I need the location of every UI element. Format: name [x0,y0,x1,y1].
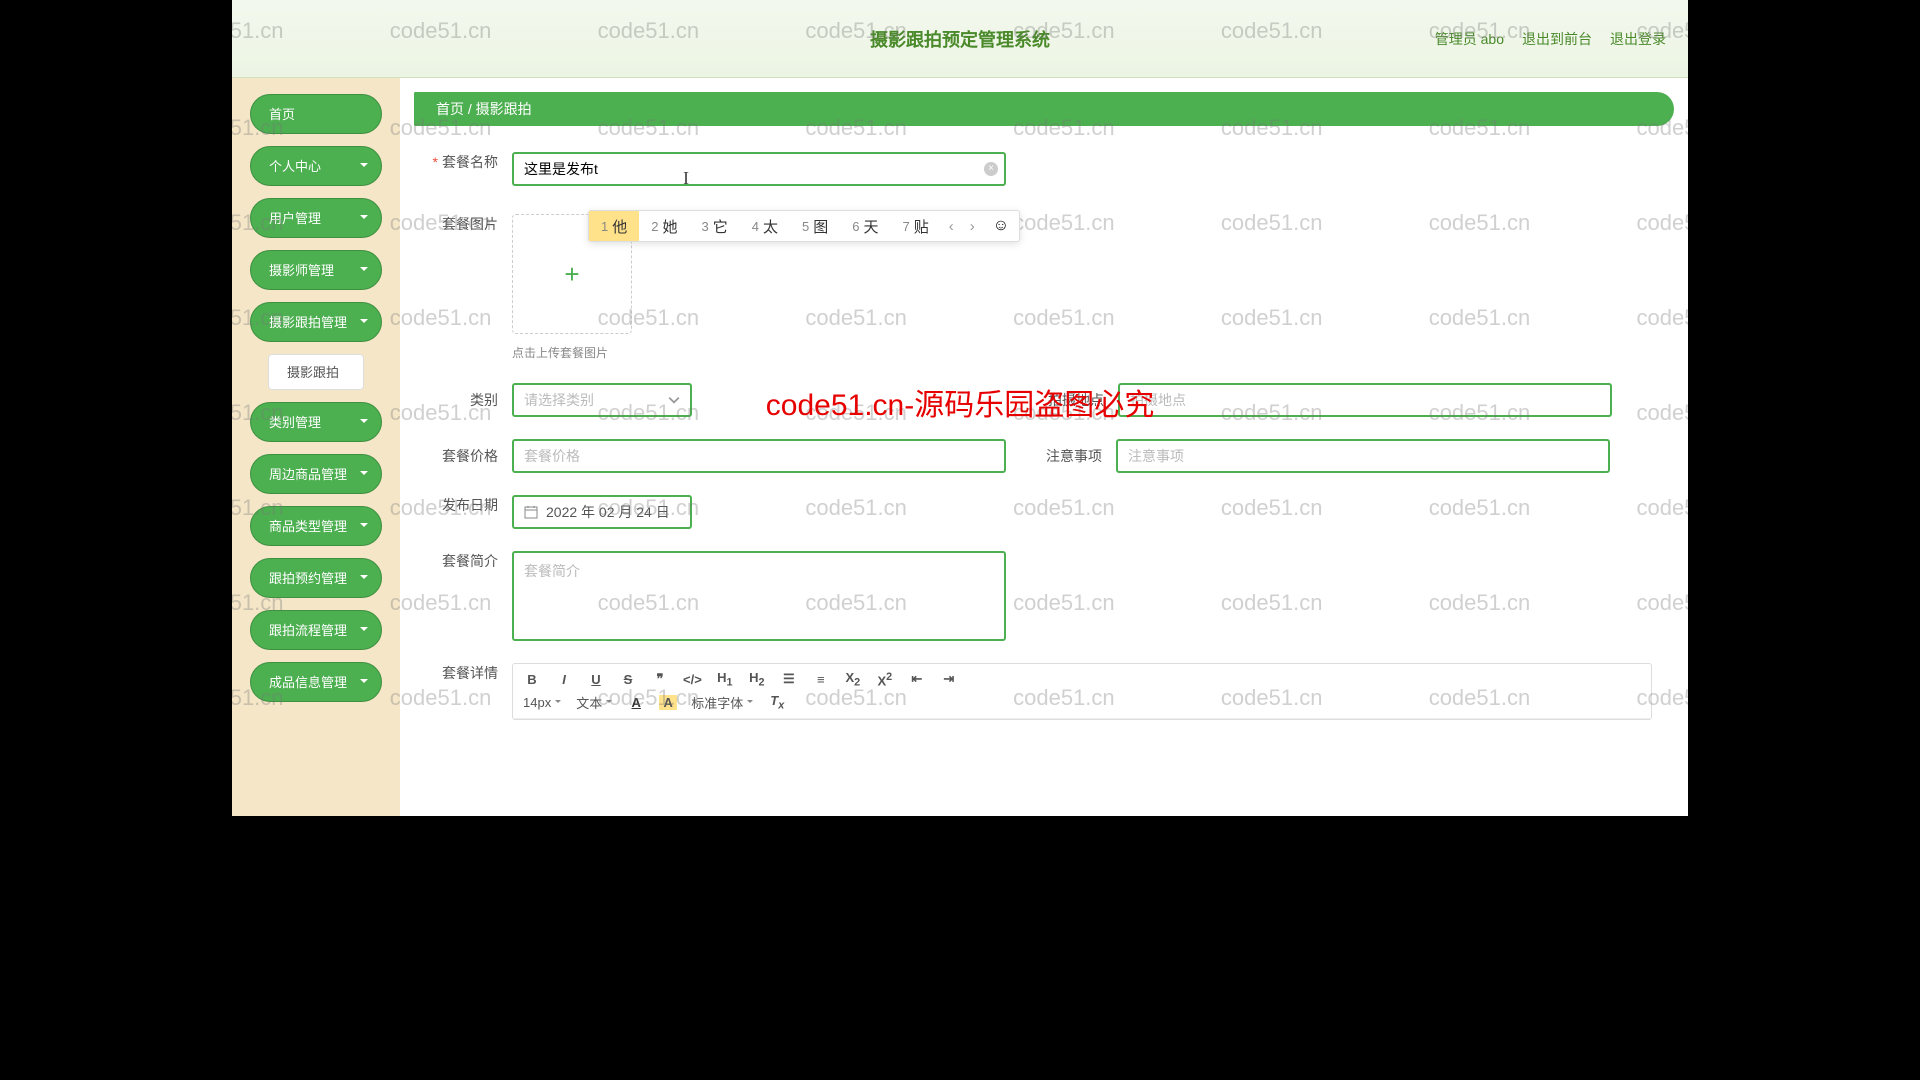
editor-list-ul[interactable]: ≡ [812,672,830,687]
nav-goodstype-mgmt[interactable]: 商品类型管理 [250,506,382,546]
ime-candidate-bar: 1他 2她 3它 4太 5图 6天 7贴 ‹ › ☺ [588,210,1020,242]
logout-link[interactable]: 退出登录 [1610,29,1666,49]
nav-goods-mgmt[interactable]: 周边商品管理 [250,454,382,494]
clear-icon[interactable]: × [984,162,998,176]
text-cursor-icon: I [683,168,689,189]
label-detail: 套餐详情 [422,663,498,683]
content-area: 首页 / 摄影跟拍 套餐名称 × 1他 2她 3它 [400,78,1688,816]
textarea-intro[interactable] [512,551,1006,641]
chevron-down-icon [359,610,369,650]
nav-personal[interactable]: 个人中心 [250,146,382,186]
nav-product-mgmt[interactable]: 成品信息管理 [250,662,382,702]
editor-h1[interactable]: H1 [716,670,734,689]
label-category: 类别 [422,390,498,410]
chevron-down-icon [359,558,369,598]
label-name: 套餐名称 [422,152,498,172]
editor-outdent[interactable]: ⇤ [908,671,926,687]
ime-candidate-5[interactable]: 5图 [790,211,840,241]
editor-toolbar: B I U S ❞ </> H1 H2 ☰ ≡ X2 [513,664,1651,719]
breadcrumb: 首页 / 摄影跟拍 [414,92,1674,126]
chevron-down-icon [359,198,369,238]
input-name[interactable] [512,152,1006,186]
nav-home[interactable]: 首页 [250,94,382,134]
input-location[interactable] [1118,383,1612,417]
app-header: 摄影跟拍预定管理系统 管理员 abo 退出到前台 退出登录 [232,0,1688,78]
editor-code[interactable]: </> [683,672,702,687]
ime-next-icon[interactable]: › [962,218,983,235]
nav-photoshoot-sub[interactable]: 摄影跟拍 [268,354,364,390]
nav-booking-mgmt[interactable]: 跟拍预约管理 [250,558,382,598]
ime-candidate-7[interactable]: 7贴 [891,211,941,241]
ime-prev-icon[interactable]: ‹ [941,218,962,235]
nav-process-mgmt[interactable]: 跟拍流程管理 [250,610,382,650]
label-image: 套餐图片 [422,214,498,234]
exit-front-link[interactable]: 退出到前台 [1522,29,1592,49]
editor-fontstyle[interactable]: 文本 [576,693,613,712]
rich-editor[interactable]: B I U S ❞ </> H1 H2 ☰ ≡ X2 [512,663,1652,720]
calendar-icon [524,505,538,519]
label-intro: 套餐简介 [422,551,498,571]
editor-bold[interactable]: B [523,672,541,687]
editor-sup[interactable]: X2 [876,671,894,688]
plus-icon: + [564,259,579,290]
chevron-down-icon [359,146,369,186]
nav-photoshoot-mgmt[interactable]: 摄影跟拍管理 [250,302,382,342]
editor-list-ol[interactable]: ☰ [780,671,798,687]
upload-hint: 点击上传套餐图片 [512,344,632,361]
editor-fontsize[interactable]: 14px [523,695,562,710]
admin-link[interactable]: 管理员 abo [1435,29,1504,49]
breadcrumb-home[interactable]: 首页 [436,101,464,117]
ime-candidate-3[interactable]: 3它 [690,211,740,241]
input-price[interactable] [512,439,1006,473]
select-category[interactable]: 请选择类别 [512,383,692,417]
nav-user-mgmt[interactable]: 用户管理 [250,198,382,238]
chevron-down-icon [359,402,369,442]
editor-sub[interactable]: X2 [844,670,862,689]
form: 套餐名称 × 1他 2她 3它 4太 5图 6天 7贴 ‹ [414,152,1674,720]
breadcrumb-sep: / [468,101,476,117]
chevron-down-icon [359,506,369,546]
ime-candidate-6[interactable]: 6天 [840,211,890,241]
chevron-down-icon [359,454,369,494]
ime-emoji-icon[interactable]: ☺ [983,217,1019,235]
editor-indent[interactable]: ⇥ [940,671,958,687]
nav-category-mgmt[interactable]: 类别管理 [250,402,382,442]
editor-bgcolor[interactable]: A [659,695,677,710]
chevron-down-icon [359,302,369,342]
nav-photographer-mgmt[interactable]: 摄影师管理 [250,250,382,290]
ime-candidate-2[interactable]: 2她 [639,211,689,241]
label-notice: 注意事项 [1026,446,1102,466]
input-notice[interactable] [1116,439,1610,473]
editor-strike[interactable]: S [619,672,637,687]
breadcrumb-current: 摄影跟拍 [476,101,532,117]
editor-quote[interactable]: ❞ [651,671,669,687]
input-date[interactable]: 2022 年 02 月 24 日 [512,495,692,529]
label-location: 拍摄地点 [1028,390,1104,410]
label-price: 套餐价格 [422,446,498,466]
editor-fontfamily[interactable]: 标准字体 [691,693,754,712]
editor-italic[interactable]: I [555,672,573,687]
editor-clearformat[interactable]: Tx [768,693,786,712]
ime-candidate-4[interactable]: 4太 [740,211,790,241]
label-date: 发布日期 [422,495,498,515]
chevron-down-icon [359,662,369,702]
chevron-down-icon [668,394,680,406]
editor-underline[interactable]: U [587,672,605,687]
ime-candidate-1[interactable]: 1他 [589,211,639,241]
editor-textcolor[interactable]: A [627,695,645,710]
chevron-down-icon [359,250,369,290]
editor-h2[interactable]: H2 [748,670,766,689]
sidebar: 首页 个人中心 用户管理 摄影师管理 摄影跟拍管理 摄影跟拍 类别管理 周边商品… [232,78,400,816]
